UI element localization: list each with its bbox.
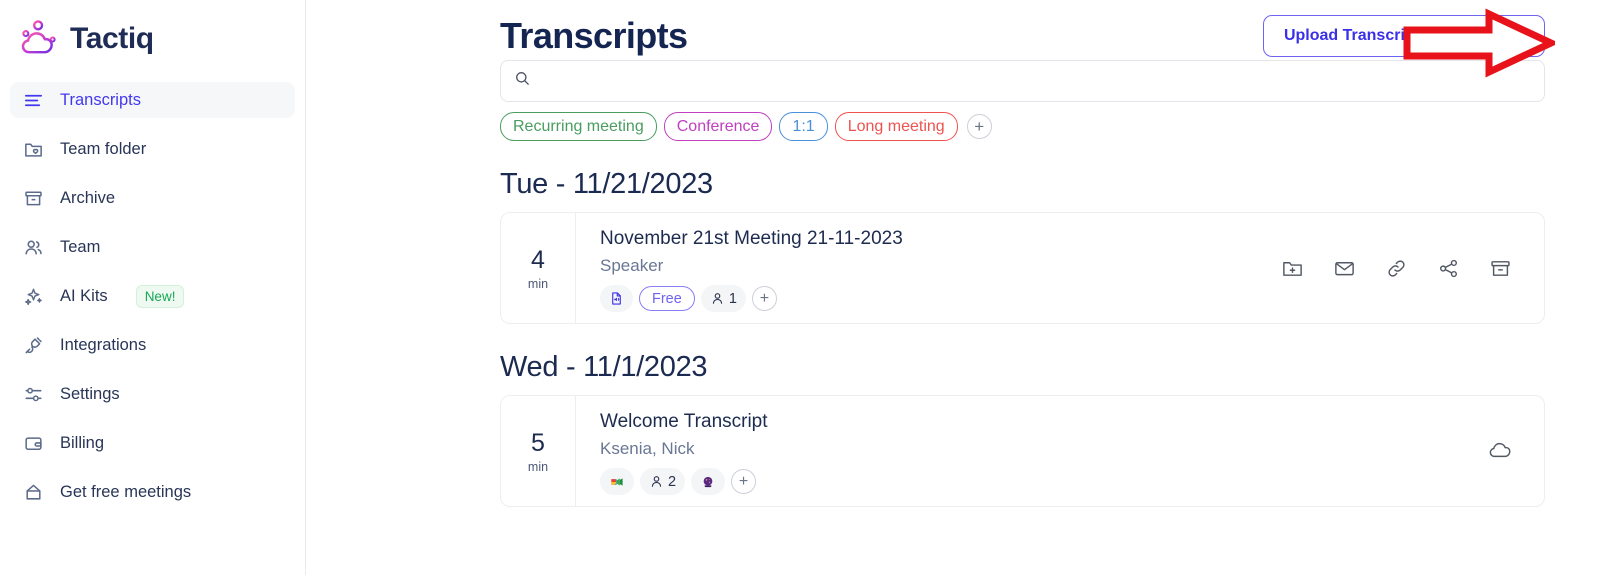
transcript-title[interactable]: Welcome Transcript bbox=[600, 409, 1487, 434]
sidebar-item-integrations[interactable]: Integrations bbox=[10, 327, 295, 363]
sidebar-item-archive[interactable]: Archive bbox=[10, 180, 295, 216]
card-chip-row: Free 1 + bbox=[600, 285, 1281, 312]
add-tag-button[interactable]: + bbox=[966, 114, 992, 139]
date-group-header: Tue - 11/21/2023 bbox=[500, 168, 713, 200]
sidebar-item-label: AI Kits bbox=[60, 286, 108, 305]
duration: 5 min bbox=[501, 396, 576, 506]
cloud-logo-icon bbox=[18, 19, 60, 59]
folder-heart-icon bbox=[22, 138, 44, 160]
envelope-icon[interactable] bbox=[1333, 257, 1356, 280]
participants-count: 1 bbox=[700, 285, 746, 312]
search-icon bbox=[514, 70, 531, 92]
sparkles-icon bbox=[22, 285, 44, 307]
brand-name: Tactiq bbox=[70, 22, 154, 55]
main-content: Transcripts Upload Transcript or Recordi… bbox=[306, 0, 1600, 575]
transcript-title[interactable]: November 21st Meeting 21-11-2023 bbox=[600, 226, 1281, 251]
add-tag-to-card-button[interactable]: + bbox=[731, 469, 757, 494]
sidebar-item-team[interactable]: Team bbox=[10, 229, 295, 265]
card-body: Welcome Transcript Ksenia, Nick 2 + bbox=[576, 396, 1487, 506]
sidebar-item-team-folder[interactable]: Team folder bbox=[10, 131, 295, 167]
plug-icon bbox=[22, 334, 44, 356]
tag-filter-list: Recurring meeting Conference 1:1 Long me… bbox=[500, 112, 1545, 141]
sliders-icon bbox=[22, 383, 44, 405]
sidebar-item-label: Get free meetings bbox=[60, 482, 192, 501]
search-input[interactable] bbox=[540, 72, 1531, 90]
people-icon bbox=[22, 236, 44, 258]
sidebar-item-label: Integrations bbox=[60, 335, 147, 354]
sidebar-item-transcripts[interactable]: Transcripts bbox=[10, 82, 295, 118]
add-tag-to-card-button[interactable]: + bbox=[751, 286, 777, 311]
tag-long-meeting[interactable]: Long meeting bbox=[834, 112, 958, 141]
sidebar-nav: Transcripts Team folder Archive Team AI … bbox=[0, 82, 305, 510]
share-icon[interactable] bbox=[1437, 257, 1460, 280]
audio-document-icon bbox=[600, 285, 633, 312]
sidebar-item-label: Transcripts bbox=[60, 90, 141, 109]
participants-value: 2 bbox=[668, 473, 677, 490]
link-icon[interactable] bbox=[1385, 257, 1408, 280]
card-body: November 21st Meeting 21-11-2023 Speaker… bbox=[576, 213, 1281, 323]
plan-badge: Free bbox=[639, 286, 695, 311]
tag-conference[interactable]: Conference bbox=[663, 112, 773, 141]
folder-plus-icon[interactable] bbox=[1281, 257, 1304, 280]
search-bar[interactable] bbox=[500, 60, 1545, 102]
sidebar-item-ai-kits[interactable]: AI Kits New! bbox=[10, 278, 295, 314]
crystal-ball-avatar-icon bbox=[691, 468, 726, 495]
sidebar-item-label: Billing bbox=[60, 433, 105, 452]
gift-icon bbox=[22, 481, 44, 503]
wallet-icon bbox=[22, 432, 44, 454]
duration: 4 min bbox=[501, 213, 576, 323]
new-badge: New! bbox=[135, 284, 185, 308]
tag-one-on-one[interactable]: 1:1 bbox=[779, 112, 828, 141]
sidebar-item-settings[interactable]: Settings bbox=[10, 376, 295, 412]
duration-unit: min bbox=[527, 276, 549, 291]
archive-icon[interactable] bbox=[1489, 257, 1512, 280]
sidebar-item-get-free-meetings[interactable]: Get free meetings bbox=[10, 474, 295, 510]
transcript-speakers: Speaker bbox=[600, 256, 664, 275]
card-chip-row: 2 + bbox=[600, 468, 1487, 495]
sidebar: Tactiq Transcripts Team folder Archive T… bbox=[0, 0, 306, 575]
brand[interactable]: Tactiq bbox=[0, 0, 305, 62]
lines-icon bbox=[22, 89, 44, 111]
header-row: Transcripts Upload Transcript or Recordi… bbox=[500, 0, 1545, 57]
sidebar-item-label: Team folder bbox=[60, 139, 147, 158]
cloud-icon[interactable] bbox=[1487, 441, 1512, 461]
transcript-card[interactable]: 4 min November 21st Meeting 21-11-2023 S… bbox=[500, 212, 1545, 324]
participants-count: 2 bbox=[640, 468, 686, 495]
transcript-card[interactable]: 5 min Welcome Transcript Ksenia, Nick 2 … bbox=[500, 395, 1545, 507]
google-meet-icon bbox=[600, 468, 634, 495]
transcript-speakers: Ksenia, Nick bbox=[600, 439, 695, 458]
page-title: Transcripts bbox=[500, 15, 688, 56]
app-root: Tactiq Transcripts Team folder Archive T… bbox=[0, 0, 1600, 575]
date-group-header: Wed - 11/1/2023 bbox=[500, 351, 708, 383]
sidebar-item-label: Settings bbox=[60, 384, 120, 403]
duration-value: 4 bbox=[531, 245, 545, 274]
sidebar-item-label: Archive bbox=[60, 188, 116, 207]
sidebar-item-label: Team bbox=[60, 237, 101, 256]
duration-value: 5 bbox=[531, 428, 545, 457]
upload-transcript-button[interactable]: Upload Transcript or Recording bbox=[1262, 15, 1545, 57]
participants-value: 1 bbox=[728, 290, 737, 307]
sidebar-item-billing[interactable]: Billing bbox=[10, 425, 295, 461]
tag-recurring-meeting[interactable]: Recurring meeting bbox=[500, 112, 657, 141]
card-actions bbox=[1487, 396, 1544, 506]
archive-icon bbox=[22, 187, 44, 209]
duration-unit: min bbox=[527, 459, 549, 474]
card-actions bbox=[1281, 213, 1544, 323]
